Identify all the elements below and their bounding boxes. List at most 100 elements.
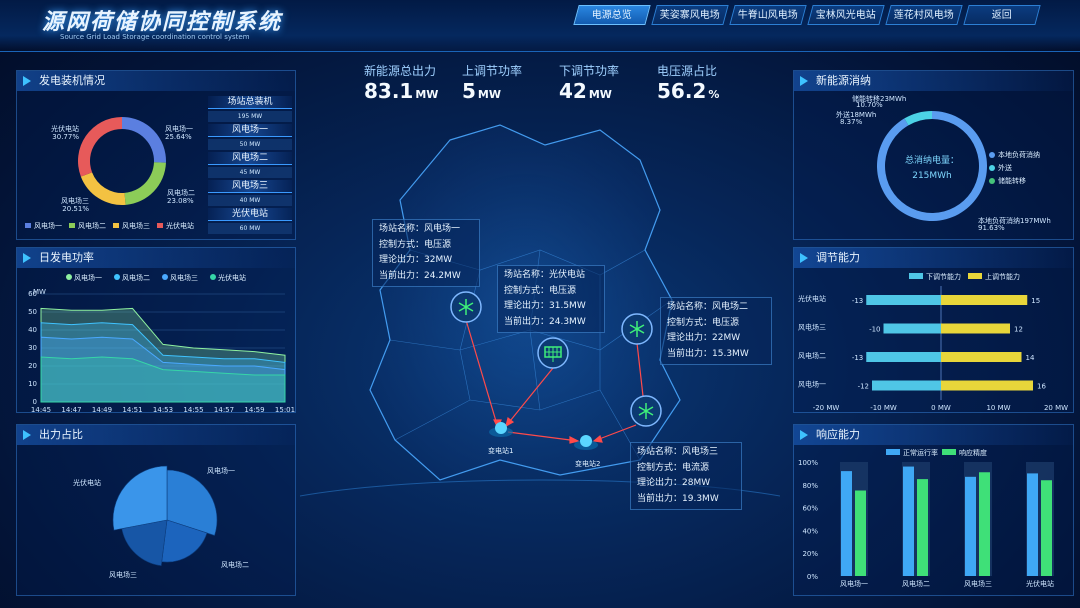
substation-icon[interactable]: [573, 433, 599, 451]
legend-label: 风电场二: [78, 221, 106, 230]
legend-swatch: [989, 152, 995, 158]
bar-up: [941, 352, 1022, 362]
legend-label: 上调节能力: [985, 272, 1020, 281]
capacity-list-item: 场站总装机 195 MW: [208, 96, 292, 122]
legend-swatch: [162, 274, 168, 280]
legend-swatch: [989, 178, 995, 184]
legend-swatch: [909, 273, 923, 279]
station-info-box: 场站名称：光伏电站 控制方式：电压源 理论出力：31.5MW 当前出力：24.3…: [497, 265, 605, 333]
data-label: -10: [869, 326, 880, 334]
x-tick: 14:57: [214, 406, 234, 412]
slice-label: 风电场一: [207, 466, 235, 475]
wind-turbine-icon[interactable]: [621, 313, 653, 345]
slice-label: 风电场三: [61, 196, 89, 205]
panel-output-ratio: 出力占比 风电场一 风电场二 风电场三 光伏电站: [16, 424, 296, 596]
slice-label: 23.08%: [167, 197, 194, 205]
slice-label: 光伏电站: [73, 478, 101, 487]
capacity-list-item: 光伏电站 60 MW: [208, 208, 292, 234]
substation-label: 变电站1: [488, 447, 514, 455]
y-tick: 60: [28, 290, 37, 298]
x-tick: 14:55: [183, 406, 203, 412]
y-tick: 10: [28, 380, 37, 388]
panel-response-capacity: 响应能力 正常运行率 响应精度 0% 20% 40% 60% 80% 100% 风电场一 风电场二…: [793, 424, 1074, 596]
bar-up: [941, 380, 1033, 391]
bar: [841, 471, 852, 576]
bar: [965, 476, 976, 576]
y-tick: 20%: [802, 550, 818, 558]
bar: [979, 472, 990, 576]
x-tick: 14:47: [61, 406, 81, 412]
category-label: 风电场三: [798, 323, 826, 332]
legend-label: 风电场一: [74, 273, 102, 282]
y-tick: 30: [28, 344, 37, 352]
x-tick: 15:01: [275, 406, 295, 412]
kpi-up-regulation: 上调节功率 5 MW: [462, 64, 523, 103]
category-label: 光伏电站: [1026, 579, 1054, 588]
category-label: 风电场二: [902, 579, 930, 588]
legend-swatch: [210, 274, 216, 280]
legend-swatch: [113, 223, 119, 228]
y-tick: 100%: [798, 459, 818, 467]
data-label: 12: [1014, 326, 1023, 334]
capacity-list-item: 风电场三 40 MW: [208, 180, 292, 206]
legend-label: 风电场一: [34, 221, 62, 230]
legend-swatch: [114, 274, 120, 280]
slice-label: 91.63%: [978, 224, 1005, 232]
legend-label: 储能转移: [998, 176, 1026, 185]
legend-label: 风电场三: [170, 273, 198, 282]
data-label: 16: [1037, 383, 1046, 391]
legend-label: 本地负荷消纳: [998, 150, 1040, 159]
legend-swatch: [66, 274, 72, 280]
substation-label: 变电站2: [575, 460, 601, 468]
x-tick: -10 MW: [870, 404, 897, 412]
y-tick: 0%: [807, 573, 818, 581]
solar-panel-icon[interactable]: [537, 337, 569, 369]
bar-down: [866, 352, 941, 362]
bar: [1027, 473, 1038, 576]
station-info-box: 场站名称：风电场二 控制方式：电压源 理论出力：22MW 当前出力：15.3MW: [660, 297, 772, 365]
category-label: 风电场三: [964, 579, 992, 588]
kpi-voltage-source-ratio: 电压源占比 56.2%: [657, 64, 720, 103]
bar: [917, 479, 928, 576]
x-tick: 0 MW: [931, 404, 951, 412]
wind-turbine-icon[interactable]: [450, 291, 482, 323]
station-info-box: 场站名称：风电场三 控制方式：电流源 理论出力：28MW 当前出力：19.3MW: [630, 442, 742, 510]
pie-slice: [904, 111, 932, 126]
kpi-down-regulation: 下调节功率 42 MW: [559, 64, 620, 103]
bar-down: [872, 380, 941, 391]
center-value: 215MWh: [912, 171, 952, 181]
legend-label: 光伏电站: [166, 221, 194, 230]
x-tick: -20 MW: [813, 404, 840, 412]
daily-power-area-chart: 风电场一 风电场二 风电场三 光伏电站MW010203040506014:45 14:4…: [28, 273, 295, 412]
legend-swatch: [989, 165, 995, 171]
slice-label: 30.77%: [52, 133, 79, 141]
x-tick: 10 MW: [986, 404, 1010, 412]
legend-swatch: [968, 273, 982, 279]
bar: [855, 490, 866, 576]
slice-label: 25.64%: [165, 133, 192, 141]
output-ratio-pie-chart: 风电场一风电场二风电场三 光伏电站: [73, 465, 249, 579]
regulation-bar-chart: 下调节能力 上调节能力光伏电站 -13 15 风电场三 -10 12 风电场二 -13 14 风电场…: [798, 272, 1068, 412]
y-tick: 40: [28, 326, 37, 334]
y-tick: 50: [28, 308, 37, 316]
y-tick: 0: [33, 398, 37, 406]
slice-label: 风电场二: [221, 560, 249, 569]
bar: [1041, 480, 1052, 576]
substation-icon[interactable]: [488, 420, 514, 438]
slice-label: 风电场二: [167, 188, 195, 197]
panel-daily-power: 日发电功率 风电场一 风电场二 风电场三 光伏电站 MW 0 10 20 30 40 50 60 14:…: [16, 247, 296, 413]
wind-turbine-icon[interactable]: [630, 395, 662, 427]
slice-label: 20.51%: [62, 205, 89, 213]
data-label: 15: [1031, 297, 1040, 305]
panel-regulation-capacity: 调节能力 下调节能力 上调节能力 光伏电站 -13 15 风电场三 -10 12 风电场二 -13…: [793, 247, 1074, 413]
response-bar-chart: 正常运行率 响应精度 0% 20% 40% 60% 80% 100% 风电场一 风电场二 风电场三 光…: [798, 448, 1054, 588]
legend-swatch: [25, 223, 31, 228]
bar: [903, 466, 914, 576]
data-label: -13: [852, 297, 863, 305]
y-tick: 80%: [802, 482, 818, 490]
slice-label: 风电场三: [109, 570, 137, 579]
slice-label: 8.37%: [840, 118, 863, 126]
capacity-list-item: 风电场二 45 MW: [208, 152, 292, 178]
x-tick: 14:45: [31, 406, 51, 412]
bar-down: [866, 295, 941, 305]
